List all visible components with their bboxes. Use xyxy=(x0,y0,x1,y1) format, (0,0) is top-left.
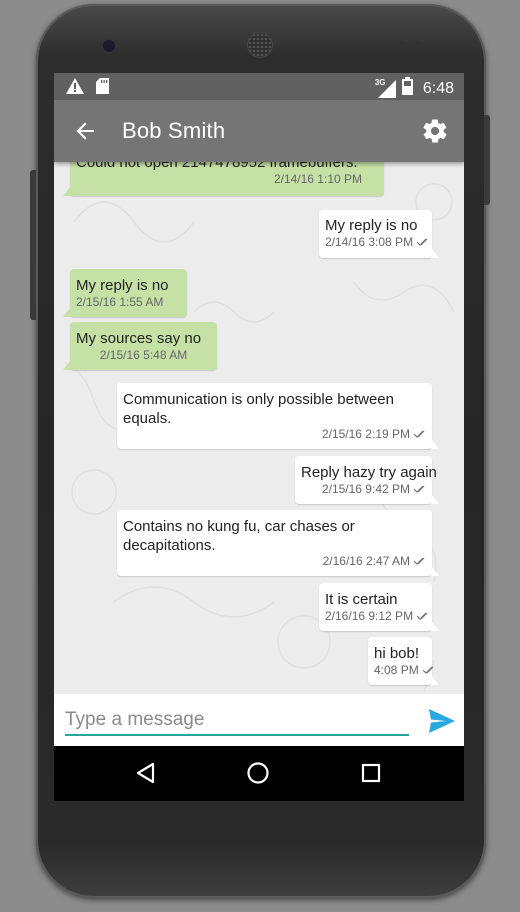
double-check-icon xyxy=(413,427,426,442)
message-list[interactable]: Could not open 2147478952 framebuffers. … xyxy=(54,162,464,694)
screen: 3G 6:48 Bob Smith Could not open 2147478… xyxy=(54,73,464,801)
message-time: 2/15/16 1:55 AM xyxy=(76,295,164,309)
message-text: Could not open 2147478952 framebuffers. xyxy=(76,162,358,171)
message-time: 2/15/16 2:19 PM xyxy=(321,427,410,441)
navigation-bar xyxy=(54,746,464,801)
contact-name: Bob Smith xyxy=(122,118,226,143)
gear-icon[interactable] xyxy=(421,117,449,145)
warning-icon xyxy=(66,78,84,99)
clock: 6:48 xyxy=(422,79,454,97)
home-circle-icon[interactable] xyxy=(245,760,271,786)
message-time: 2/16/16 9:12 PM xyxy=(325,609,414,623)
status-bar: 3G 6:48 xyxy=(54,73,464,100)
message-time: 2/14/16 1:10 PM xyxy=(273,172,362,186)
message-text: Communication is only possible between e… xyxy=(123,391,394,427)
front-camera xyxy=(103,40,115,52)
message-bubble-outgoing[interactable]: Contains no kung fu, car chases or decap… xyxy=(117,510,439,576)
message-time: 2/15/16 9:42 PM xyxy=(321,482,410,496)
message-time: 2/16/16 2:47 AM xyxy=(322,554,410,568)
message-composer xyxy=(54,694,464,746)
message-bubble-outgoing[interactable]: hi bob! 4:08 PM xyxy=(368,637,439,685)
message-text: Reply hazy try again xyxy=(301,464,437,481)
double-check-icon xyxy=(416,235,429,250)
back-triangle-icon[interactable] xyxy=(133,760,159,786)
proximity-sensor xyxy=(398,41,406,49)
volume-button xyxy=(30,170,36,320)
message-bubble-outgoing[interactable]: Communication is only possible between e… xyxy=(117,383,439,449)
arrow-back-icon[interactable] xyxy=(72,117,100,145)
message-bubble-incoming[interactable]: My sources say no 2/15/16 5:48 AM xyxy=(63,322,217,370)
signal-icon: 3G xyxy=(373,77,396,98)
message-time: 2/14/16 3:08 PM xyxy=(325,235,414,249)
sd-card-icon xyxy=(96,78,109,99)
light-sensor xyxy=(414,41,422,49)
recents-square-icon[interactable] xyxy=(358,760,384,786)
double-check-icon xyxy=(413,482,426,497)
message-time: 4:08 PM xyxy=(374,663,419,677)
double-check-icon xyxy=(413,554,426,569)
message-bubble-outgoing[interactable]: Reply hazy try again 2/15/16 9:42 PM xyxy=(295,456,439,504)
battery-icon xyxy=(401,77,413,100)
message-bubble-incoming[interactable]: My reply is no 2/15/16 1:55 AM xyxy=(63,269,187,317)
message-text: My reply is no xyxy=(76,277,169,294)
message-text: Contains no kung fu, car chases or decap… xyxy=(123,518,355,554)
message-bubble-outgoing[interactable]: It is certain 2/16/16 9:12 PM xyxy=(319,583,439,631)
app-bar: Bob Smith xyxy=(54,100,464,162)
message-input[interactable] xyxy=(65,706,409,736)
message-text: hi bob! xyxy=(374,645,420,662)
send-icon[interactable] xyxy=(428,708,456,734)
message-text: It is certain xyxy=(325,591,398,608)
double-check-icon xyxy=(416,609,429,624)
earpiece-speaker xyxy=(248,33,272,57)
power-button xyxy=(484,115,490,205)
message-bubble-incoming[interactable]: Could not open 2147478952 framebuffers. … xyxy=(63,162,384,196)
message-bubble-outgoing[interactable]: My reply is no 2/14/16 3:08 PM xyxy=(319,210,439,258)
message-text: My sources say no xyxy=(76,330,202,347)
message-text: My reply is no xyxy=(325,217,418,234)
network-type: 3G xyxy=(373,77,387,87)
message-time: 2/15/16 5:48 AM xyxy=(99,348,188,362)
